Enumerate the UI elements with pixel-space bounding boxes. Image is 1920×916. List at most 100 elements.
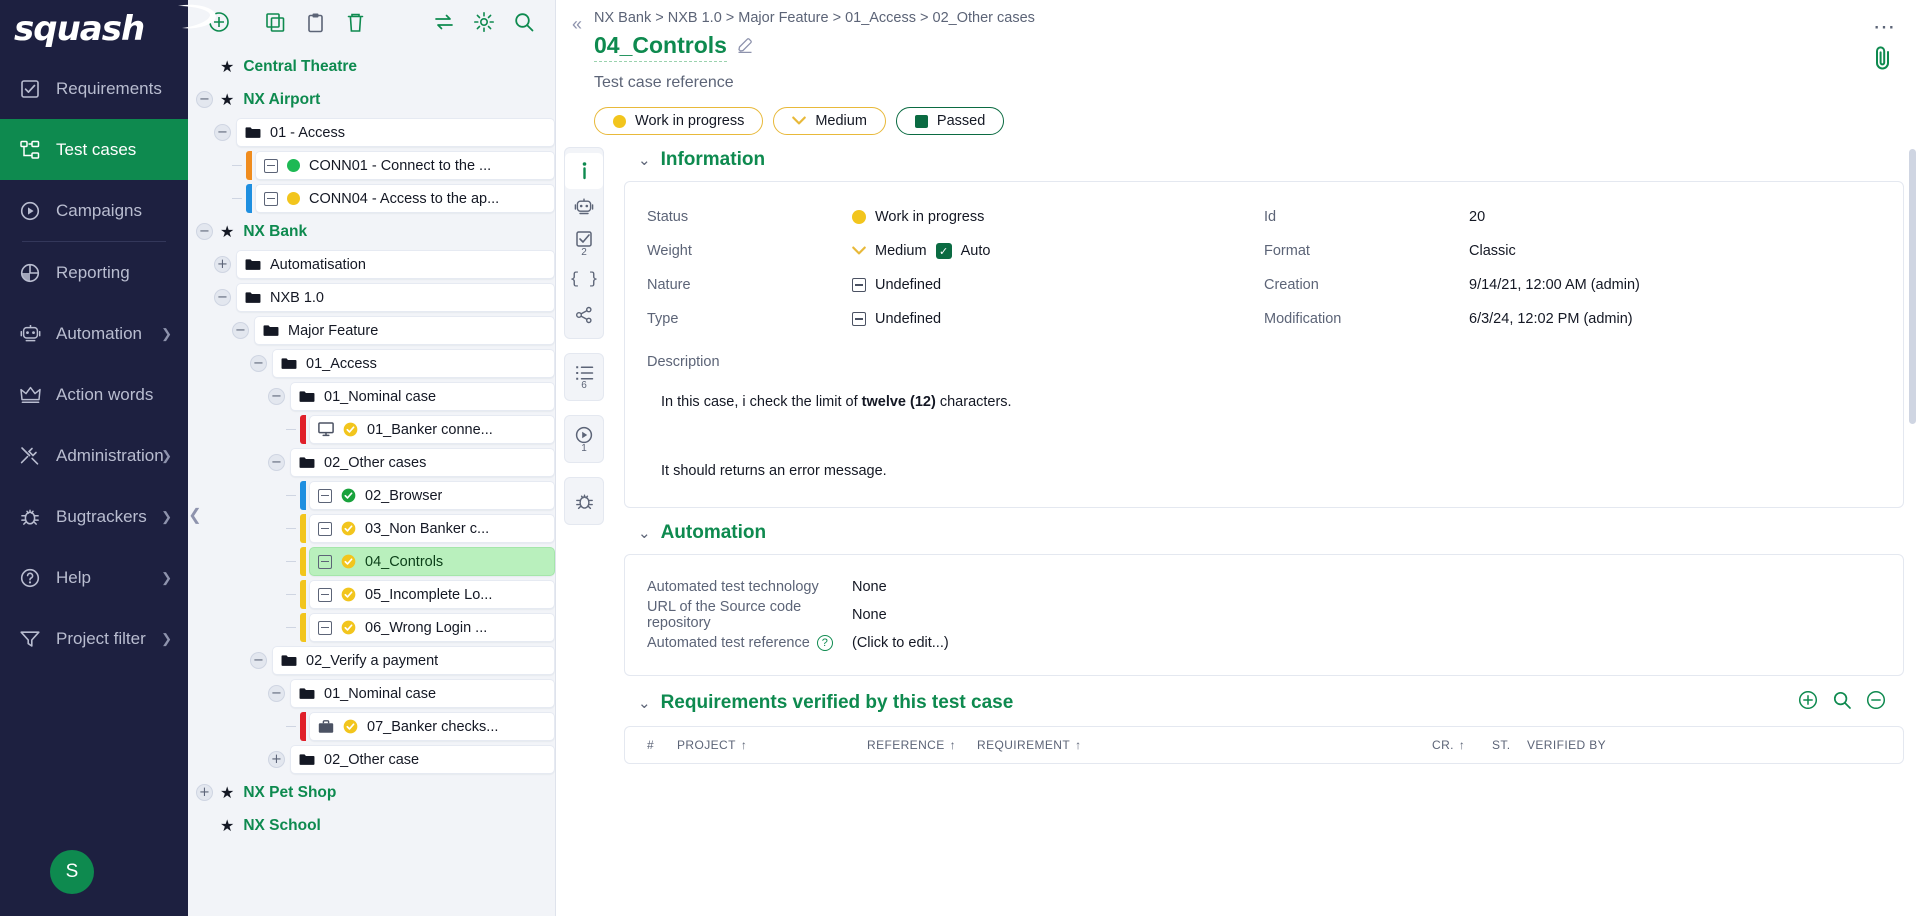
share-nodes-icon[interactable] [565,297,603,333]
column-header-reference[interactable]: REFERENCE↑ [867,738,977,752]
collapse-node-icon[interactable]: − [250,652,267,669]
tree-testcase-card[interactable]: CONN04 - Access to the ap... [255,184,555,213]
tree-testcase-card[interactable]: 02_Browser [309,481,555,510]
sort-asc-icon[interactable]: ↑ [1459,738,1465,752]
column-header-st[interactable]: ST. [1492,738,1527,752]
automation-value[interactable]: (Click to edit...) [852,635,949,651]
info-value[interactable]: Undefined [852,277,941,293]
chevron-right-icon[interactable]: ❯ [161,570,172,586]
tree-folder-node[interactable]: −01_Nominal case [188,677,555,710]
content-scrollbar[interactable] [1909,149,1916,424]
tree-library-node[interactable]: −★NX Airport [188,83,555,116]
tree-testcase-node[interactable]: 06_Wrong Login ... [188,611,555,644]
code-braces-icon[interactable]: { } [565,261,603,297]
tree-node-list[interactable]: ★Central Theatre−★NX Airport−01 - Access… [188,44,555,916]
tree-testcase-card[interactable]: 05_Incomplete Lo... [309,580,555,609]
tree-testcase-card[interactable]: CONN01 - Connect to the ... [255,151,555,180]
tree-folder-card[interactable]: 02_Other case [290,745,555,774]
testcase-collapse-icon[interactable] [318,555,332,569]
badge-work-in-progress[interactable]: Work in progress [594,107,763,135]
info-value[interactable]: Medium✓Auto [852,243,990,259]
more-options-icon[interactable]: ⋯ [1873,14,1896,40]
badge-passed[interactable]: Passed [896,107,1004,135]
edit-title-icon[interactable] [737,37,753,58]
collapse-node-icon[interactable]: − [268,454,285,471]
chevron-right-icon[interactable]: ❯ [161,631,172,647]
tree-library-node[interactable]: +★NX Pet Shop [188,776,555,809]
testcase-collapse-icon[interactable] [318,522,332,536]
tree-folder-node[interactable]: −01_Nominal case [188,380,555,413]
collapse-node-icon[interactable]: − [214,289,231,306]
app-logo[interactable]: squash [0,0,188,58]
tree-testcase-node[interactable]: 04_Controls [188,545,555,578]
column-header-verified-by[interactable]: VERIFIED BY [1527,738,1647,752]
information-icon[interactable] [565,153,603,189]
tree-folder-node[interactable]: + Automatisation [188,248,555,281]
error-message-link[interactable]: error message [789,463,882,479]
tree-folder-node[interactable]: −NXB 1.0 [188,281,555,314]
column-header-project[interactable]: PROJECT↑ [677,738,867,752]
list-steps-icon[interactable]: 6 [565,359,603,395]
tree-testcase-node[interactable]: 05_Incomplete Lo... [188,578,555,611]
sort-asc-icon[interactable]: ↑ [950,738,956,752]
tree-folder-node[interactable]: −01 - Access [188,116,555,149]
collapse-information-icon[interactable]: ⌄ [638,151,651,169]
tree-folder-node[interactable]: −02_Other cases [188,446,555,479]
copy-icon[interactable] [258,5,292,39]
remove-requirement-icon[interactable] [1866,690,1886,716]
search-icon[interactable] [507,5,541,39]
sidebar-item-project-filter[interactable]: Project filter❯ [0,608,188,669]
auto-checkbox[interactable]: ✓ [936,243,952,259]
tree-folder-card[interactable]: Automatisation [236,250,555,279]
tree-folder-card[interactable]: 01_Nominal case [290,382,555,411]
tree-folder-card[interactable]: 01 - Access [236,118,555,147]
tree-testcase-node[interactable]: 01_Banker conne... [188,413,555,446]
transfer-icon[interactable] [427,5,461,39]
testcase-collapse-icon[interactable] [318,489,332,503]
panel-collapse-icon[interactable]: « [566,10,594,35]
tree-testcase-card[interactable]: 07_Banker checks... [309,712,555,741]
help-icon[interactable]: ? [817,635,833,651]
tree-testcase-card[interactable]: 06_Wrong Login ... [309,613,555,642]
expand-node-icon[interactable]: + [196,784,213,801]
sort-asc-icon[interactable]: ↑ [1075,738,1081,752]
collapse-node-icon[interactable]: − [232,322,249,339]
tree-testcase-card[interactable]: 04_Controls [309,547,555,576]
chevron-right-icon[interactable]: ❯ [161,509,172,525]
chevron-right-icon[interactable]: ❯ [161,326,172,342]
collapse-node-icon[interactable]: − [196,91,213,108]
tree-library-node[interactable]: −★NX Bank [188,215,555,248]
add-requirement-icon[interactable] [1798,690,1818,716]
bug-icon[interactable] [565,483,603,519]
robot-icon[interactable] [565,189,603,225]
tree-folder-card[interactable]: 01_Nominal case [290,679,555,708]
sidebar-item-automation[interactable]: Automation❯ [0,303,188,364]
tree-testcase-node[interactable]: 02_Browser [188,479,555,512]
collapse-node-icon[interactable]: − [196,223,213,240]
execution-icon[interactable]: 1 [565,421,603,457]
tree-folder-node[interactable]: −02_Verify a payment [188,644,555,677]
tree-testcase-node[interactable]: CONN04 - Access to the ap... [188,182,555,215]
collapse-node-icon[interactable]: − [250,355,267,372]
collapse-automation-icon[interactable]: ⌄ [638,524,651,542]
sidebar-item-action-words[interactable]: Action words [0,364,188,425]
attachment-icon[interactable] [1872,44,1894,79]
sidebar-item-bugtrackers[interactable]: Bugtrackers❯ [0,486,188,547]
avatar[interactable]: S [50,850,94,894]
column-header-requirement[interactable]: REQUIREMENT↑ [977,738,1432,752]
testcase-collapse-icon[interactable] [264,159,278,173]
sidebar-item-reporting[interactable]: Reporting [0,242,188,303]
sidebar-item-test-cases[interactable]: Test cases [0,119,188,180]
collapse-requirements-icon[interactable]: ⌄ [638,694,651,712]
expand-node-icon[interactable]: + [214,256,231,273]
tree-folder-card[interactable]: 02_Verify a payment [272,646,555,675]
tree-library-node[interactable]: ★Central Theatre [188,50,555,83]
info-value[interactable]: Work in progress [852,209,984,225]
tree-testcase-node[interactable]: 07_Banker checks... [188,710,555,743]
tree-testcase-card[interactable]: 01_Banker conne... [309,415,555,444]
paste-icon[interactable] [298,5,332,39]
sidebar-item-administration[interactable]: Administration❯ [0,425,188,486]
badge-medium[interactable]: Medium [773,107,886,135]
chevron-right-icon[interactable]: ❯ [161,448,172,464]
column-header-cr[interactable]: CR.↑ [1432,738,1492,752]
